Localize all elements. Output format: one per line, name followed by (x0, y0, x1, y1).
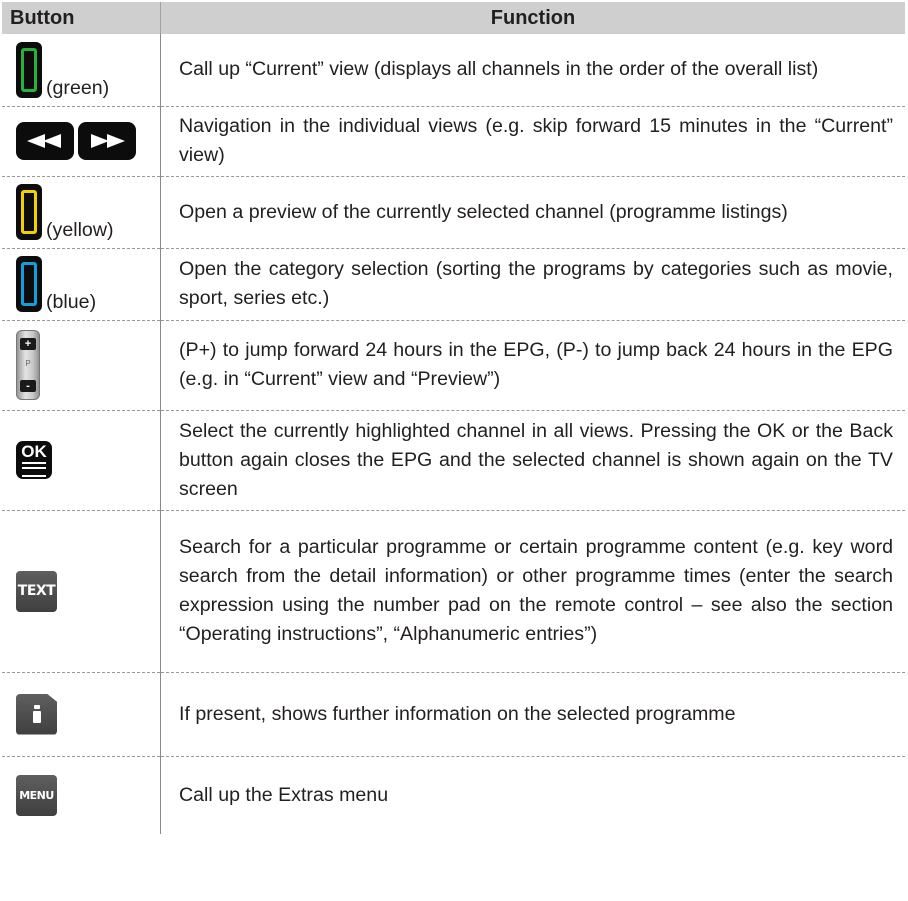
info-glyph-icon (32, 705, 41, 723)
yellow-button: (yellow) (16, 184, 114, 241)
function-text: (P+) to jump forward 24 hours in the EPG… (160, 320, 905, 411)
function-text: Select the currently highlighted channel… (160, 410, 905, 511)
menu-button-icon: MENU (16, 774, 57, 816)
table-row: (blue) Open the category selection (sort… (2, 248, 905, 321)
table-row: Navigation in the individual views (e.g.… (2, 106, 905, 177)
button-cell: + P - (2, 320, 161, 411)
table-row: (green) Call up “Current” view (displays… (2, 34, 905, 107)
ok-label: OK (21, 442, 47, 461)
button-cell: (green) (2, 34, 161, 107)
button-cell: OK (2, 410, 161, 511)
program-minus-label: - (20, 380, 36, 392)
table-row: + P - (P+) to jump forward 24 hours in t… (2, 320, 905, 411)
button-caption: (yellow) (46, 219, 114, 241)
function-text: Open the category selection (sorting the… (160, 248, 905, 321)
menu-lines-icon (22, 462, 46, 477)
function-text: If present, shows further information on… (160, 672, 905, 757)
function-text: Navigation in the individual views (e.g.… (160, 106, 905, 177)
rewind-fastforward-buttons-icon (16, 122, 136, 160)
button-function-table: Button Function (green) Call up “Current… (2, 2, 905, 834)
ok-button-icon: OK (16, 441, 52, 479)
table-header-row: Button Function (2, 2, 905, 34)
blue-button: (blue) (16, 256, 97, 313)
button-cell: (yellow) (2, 176, 161, 249)
yellow-button-icon (16, 184, 42, 240)
function-text: Search for a particular programme or cer… (160, 510, 905, 673)
table-row: MENU Call up the Extras menu (2, 756, 905, 834)
green-button-icon (16, 41, 42, 98)
rocker-mid-mark: P (25, 359, 31, 368)
table-row: OK Select the currently highlighted chan… (2, 410, 905, 511)
table-row: TEXT Search for a particular programme o… (2, 510, 905, 673)
program-up-down-rocker-icon: + P - (16, 330, 40, 400)
button-cell: TEXT (2, 510, 161, 673)
button-cell (2, 672, 161, 757)
program-plus-label: + (20, 338, 36, 350)
button-cell (2, 106, 161, 177)
info-button-icon (16, 693, 57, 735)
blue-button-icon (16, 256, 42, 312)
rewind-icon (16, 122, 74, 160)
fast-forward-icon (78, 122, 136, 160)
button-caption: (blue) (46, 291, 97, 313)
text-button-icon: TEXT (16, 570, 57, 612)
header-button: Button (2, 2, 161, 34)
table-row: If present, shows further information on… (2, 672, 905, 757)
button-cell: (blue) (2, 248, 161, 321)
table-row: (yellow) Open a preview of the currently… (2, 176, 905, 249)
function-text: Call up “Current” view (displays all cha… (160, 34, 905, 107)
function-text: Call up the Extras menu (179, 783, 389, 806)
button-cell: MENU (2, 756, 161, 834)
green-button: (green) (16, 41, 110, 99)
header-function: Function (160, 2, 905, 34)
button-caption: (green) (46, 76, 110, 99)
function-text: Open a preview of the currently selected… (160, 176, 905, 249)
